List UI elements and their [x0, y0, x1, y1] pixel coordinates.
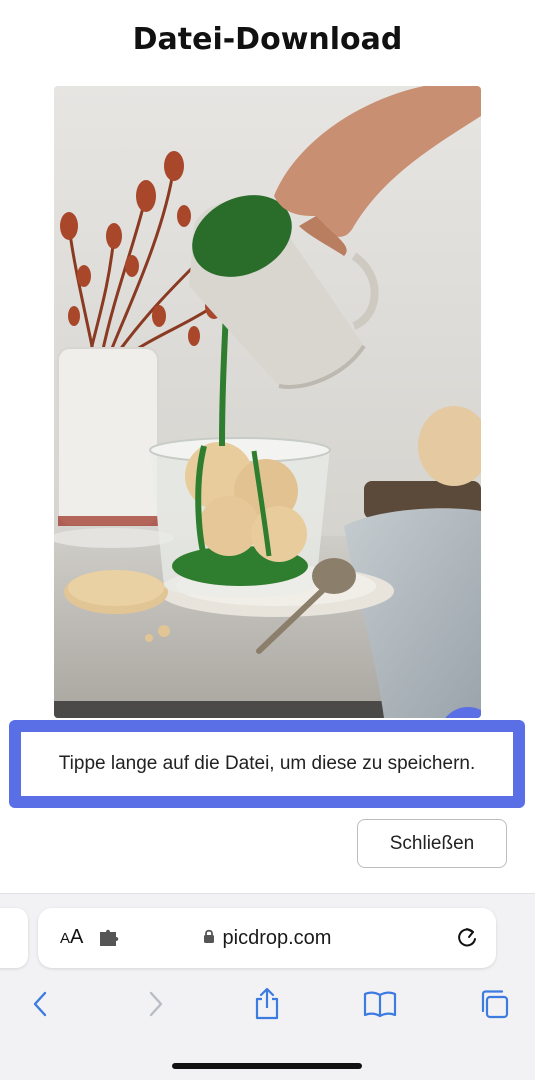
share-icon[interactable]	[245, 982, 289, 1026]
browser-bottom-bar: AA picdrop.com	[0, 893, 535, 1080]
hint-text: Tippe lange auf die Datei, um diese zu s…	[21, 732, 513, 796]
forward-icon[interactable]	[134, 982, 178, 1026]
reload-icon[interactable]	[456, 926, 478, 955]
lock-icon	[203, 928, 215, 949]
url-text[interactable]: picdrop.com	[223, 927, 332, 950]
bookmarks-icon[interactable]	[358, 982, 402, 1026]
browser-toolbar	[0, 982, 535, 1026]
back-icon[interactable]	[18, 982, 62, 1026]
matcha-affogato-photo	[54, 86, 481, 718]
page-title: Datei-Download	[132, 22, 403, 57]
home-indicator[interactable]	[172, 1063, 362, 1069]
close-button[interactable]: Schließen	[357, 819, 507, 868]
tabs-icon[interactable]	[472, 982, 516, 1026]
hint-highlight: Tippe lange auf die Datei, um diese zu s…	[9, 720, 525, 808]
previous-tab-peek[interactable]	[0, 908, 28, 968]
address-bar[interactable]: AA picdrop.com	[38, 908, 496, 968]
download-image[interactable]: 3	[54, 86, 481, 718]
